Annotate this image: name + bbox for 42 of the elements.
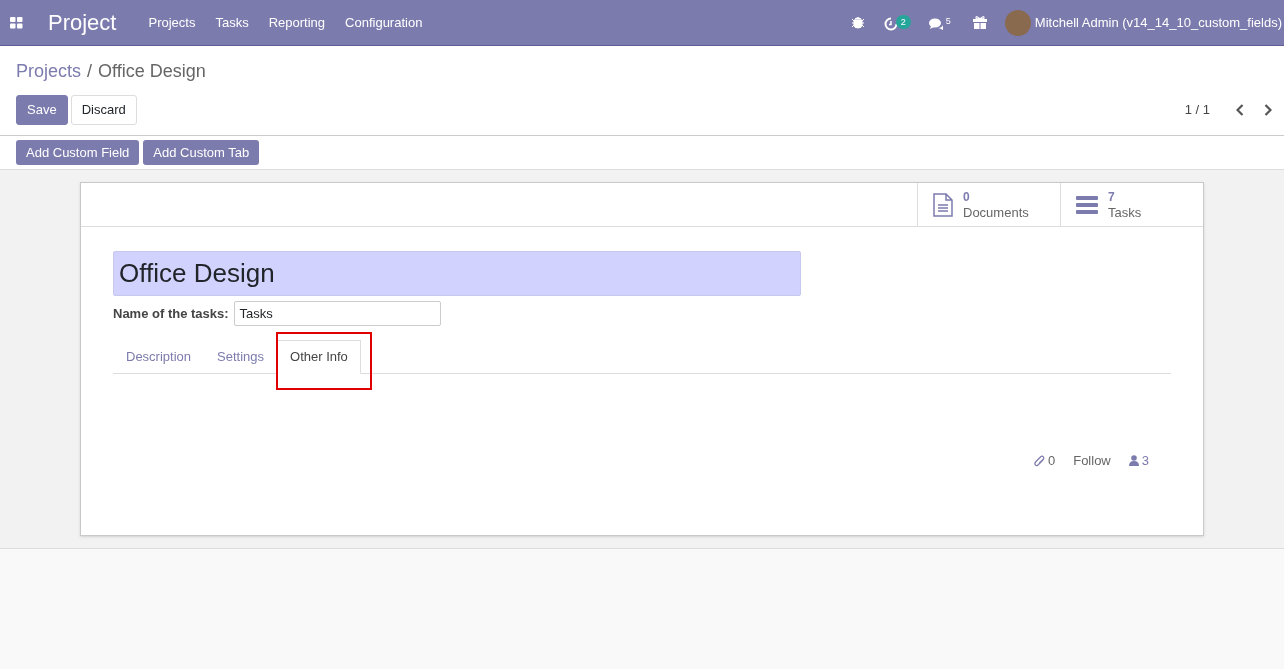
next-icon[interactable] [1264,104,1272,116]
menu-item[interactable]: Configuration [335,8,433,37]
chat-icon[interactable] [928,17,944,31]
apps-menu-icon[interactable] [10,16,23,29]
clock-icon[interactable] [883,16,898,31]
add-custom-button[interactable]: Add Custom Field [16,140,140,165]
follower-count[interactable]: 3 [1141,451,1149,471]
tasks-icon [1076,195,1098,214]
breadcrumb-current: Office Design [98,60,206,83]
user-menu[interactable]: Mitchell Admin (v14_14_10_custom_fields) [1034,12,1282,33]
add-custom-button[interactable]: Add Custom Tab [143,140,260,165]
tasks-name-input[interactable]: Tasks [233,301,441,326]
smart-button[interactable]: 0 Documents [917,183,1060,226]
form-tab[interactable]: Settings [204,340,277,373]
menu-item[interactable]: Reporting [258,8,336,37]
save-button[interactable]: Save [16,95,68,125]
field-label: Name of the tasks: [113,304,229,323]
smart-button-label: Documents [963,204,1029,220]
app-title: Project [48,9,117,37]
message-count: 5 [945,14,951,28]
smart-button-count: 0 [963,189,971,205]
gift-icon[interactable] [972,16,987,29]
menu-item[interactable]: Projects [138,8,206,37]
bug-icon[interactable] [851,16,864,29]
breadcrumb-link[interactable]: Projects [16,58,82,85]
document-icon [933,192,953,217]
menu-item[interactable]: Tasks [205,8,259,37]
user-icon [1128,455,1139,467]
follow-button[interactable]: Follow [1073,451,1111,471]
discard-button[interactable]: Discard [70,95,137,125]
form-tab[interactable]: Other Info [277,340,361,374]
smart-button-label: Tasks [1108,204,1142,220]
paperclip-icon[interactable] [1033,454,1045,467]
project-name-field[interactable]: Office Design [113,251,801,296]
form-tab[interactable]: Description [113,340,205,373]
smart-button[interactable]: 7 Tasks [1060,183,1203,226]
previous-icon[interactable] [1236,104,1244,116]
breadcrumb-separator: / [87,60,93,83]
smart-button-count: 7 [1108,189,1116,205]
pager-value[interactable]: 1 / 1 [1184,100,1210,120]
activity-badge: 2 [895,14,911,29]
attachment-count[interactable]: 0 [1047,451,1056,471]
